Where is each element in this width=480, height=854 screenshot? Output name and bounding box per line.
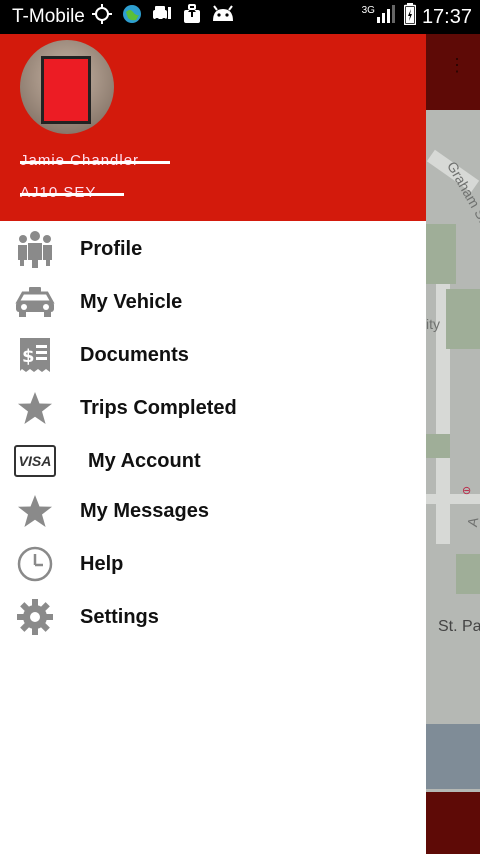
menu-item-trips-completed[interactable]: Trips Completed	[0, 383, 426, 433]
carrier-name: T-Mobile	[12, 6, 85, 27]
map-street-label: Graham St	[443, 158, 480, 226]
star-icon	[14, 389, 56, 427]
menu-label: My Messages	[80, 499, 209, 522]
upload-bag-icon	[182, 4, 202, 30]
menu-item-my-vehicle[interactable]: My Vehicle	[0, 277, 426, 327]
menu-label: Trips Completed	[80, 396, 237, 419]
status-bar: T-Mobile 3G 17:37	[0, 0, 480, 34]
car-notification-icon	[151, 4, 173, 30]
receipt-icon: $	[14, 336, 56, 374]
user-plate: AJ10 SEY	[20, 184, 132, 206]
user-name: Jamie Chandler	[20, 152, 178, 174]
star-icon	[14, 492, 56, 530]
menu-item-profile[interactable]: Profile	[0, 224, 426, 274]
clock-time: 17:37	[421, 5, 472, 28]
visa-card-icon: VISA	[14, 442, 56, 480]
avatar-redaction	[41, 56, 91, 124]
gps-icon	[91, 3, 113, 31]
people-icon	[14, 230, 56, 268]
menu-label: Profile	[80, 237, 143, 260]
menu-item-my-account[interactable]: VISA My Account	[0, 436, 426, 486]
gear-icon	[14, 598, 56, 636]
map-area-label: ity	[426, 316, 440, 332]
menu-label: My Vehicle	[80, 290, 183, 313]
redaction-line	[20, 161, 170, 164]
menu-label: My Account	[88, 449, 201, 472]
menu-item-help[interactable]: Help	[0, 539, 426, 589]
svg-text:$: $	[22, 346, 35, 367]
app-bar: ⋮	[426, 34, 480, 110]
redaction-line	[20, 193, 124, 196]
drawer-header: Jamie Chandler AJ10 SEY	[0, 34, 426, 221]
globe-app-icon	[122, 4, 142, 30]
menu-item-my-messages[interactable]: My Messages	[0, 486, 426, 536]
visa-card-text: VISA	[14, 445, 56, 477]
battery-icon	[403, 3, 417, 31]
signal-icon	[376, 5, 396, 29]
map-water	[426, 724, 480, 789]
clock-icon	[14, 545, 56, 583]
android-icon	[211, 5, 235, 29]
overflow-menu-icon[interactable]: ⋮	[448, 56, 466, 74]
map-view[interactable]: ⋮ Graham St ity A ⊖ St. Pa	[426, 34, 480, 854]
map-road-label: A	[463, 516, 480, 528]
car-icon	[14, 283, 56, 321]
menu-label: Settings	[80, 605, 159, 628]
map-place-label: St. Pa	[438, 618, 480, 635]
menu-label: Documents	[80, 343, 189, 366]
menu-label: Help	[80, 552, 124, 575]
navigation-drawer: Jamie Chandler AJ10 SEY Profile My Vehic…	[0, 34, 426, 854]
map-pin-icon: ⊖	[462, 485, 472, 497]
bottom-bar	[426, 792, 480, 854]
network-type: 3G	[361, 4, 375, 16]
menu-item-settings[interactable]: Settings	[0, 592, 426, 642]
avatar[interactable]	[20, 40, 114, 134]
menu-item-documents[interactable]: $ Documents	[0, 330, 426, 380]
